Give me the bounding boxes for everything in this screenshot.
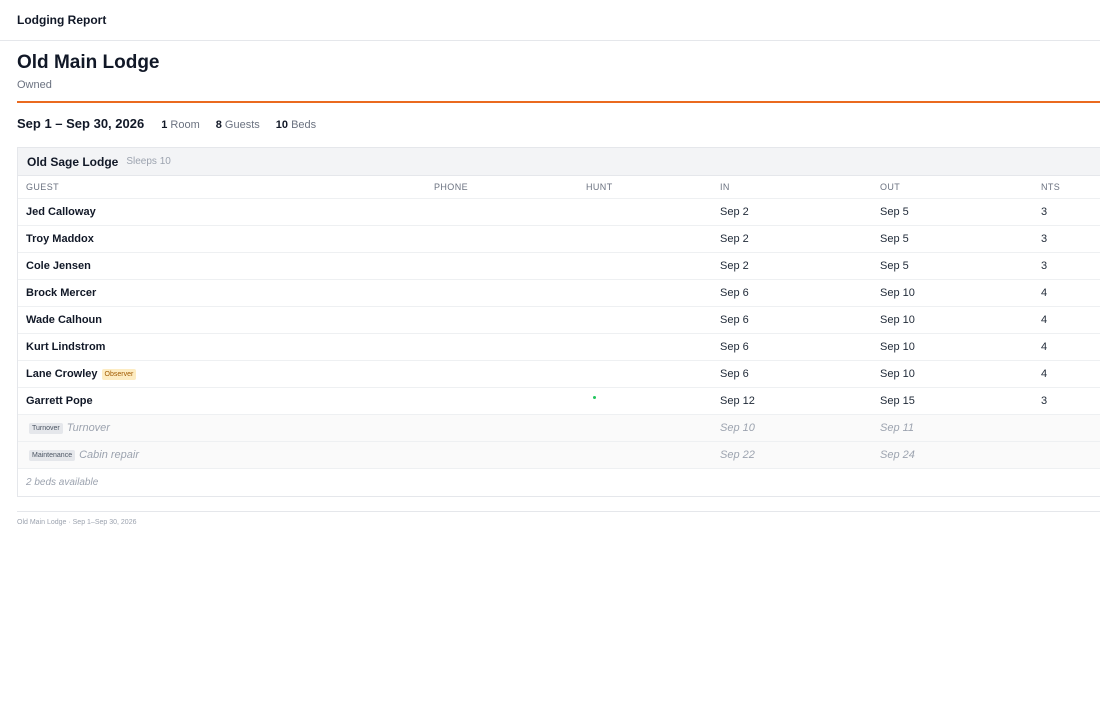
column-header-out: OUT — [880, 182, 901, 192]
nights-count: 4 — [1041, 287, 1048, 299]
nights-count: 3 — [1041, 395, 1048, 407]
block-row-turnover[interactable]: Turnover Turnover Sep 10 Sep 11 — [18, 415, 1100, 442]
guest-name: Kurt Lindstrom — [26, 341, 106, 353]
column-header-phone: PHONE — [434, 182, 469, 192]
check-in-date: Sep 6 — [720, 368, 749, 380]
room-capacity: Sleeps 10 — [126, 156, 171, 167]
page-title: Old Main Lodge — [17, 52, 160, 73]
guest-name: Troy Maddox — [26, 233, 94, 245]
block-label: Turnover — [66, 422, 110, 434]
table-row[interactable]: Jed Calloway Sep 2 Sep 5 3 — [18, 199, 1100, 226]
nights-count: 4 — [1041, 314, 1048, 326]
check-out-date: Sep 10 — [880, 314, 915, 326]
table-row[interactable]: Kurt Lindstrom Sep 6 Sep 10 4 — [18, 334, 1100, 361]
table-row[interactable]: Troy Maddox Sep 2 Sep 5 3 — [18, 226, 1100, 253]
check-out-date: Sep 5 — [880, 206, 909, 218]
block-start-date: Sep 10 — [720, 422, 755, 434]
footer-text: Old Main Lodge · Sep 1–Sep 30, 2026 — [17, 519, 137, 526]
turnover-tag: Turnover — [29, 423, 63, 434]
check-in-date: Sep 6 — [720, 314, 749, 326]
column-header-row: GUEST PHONE HUNT IN OUT NTS — [18, 176, 1100, 199]
check-in-date: Sep 6 — [720, 287, 749, 299]
beds-count: 10 — [275, 119, 289, 131]
check-out-date: Sep 15 — [880, 395, 915, 407]
report-summary: Sep 1 – Sep 30, 2026 1 Room 8 Guests 10 … — [0, 103, 1100, 147]
table-row[interactable]: Cole Jensen Sep 2 Sep 5 3 — [18, 253, 1100, 280]
guest-name: Cole Jensen — [26, 260, 91, 272]
nights-count: 4 — [1041, 341, 1048, 353]
lodge-header: Old Main Lodge Owned — [0, 41, 1100, 101]
check-out-date: Sep 5 — [880, 260, 909, 272]
check-in-date: Sep 2 — [720, 233, 749, 245]
column-header-hunt: HUNT — [586, 182, 613, 192]
guests-label: Guests — [224, 119, 260, 131]
block-label: Cabin repair — [79, 449, 140, 461]
observer-badge: Observer — [101, 369, 137, 380]
block-cell: Maintenance Cabin repair — [29, 442, 139, 469]
guest-name: Lane Crowley — [26, 368, 98, 380]
column-header-nights: NTS — [1041, 182, 1061, 192]
beds-label: Beds — [291, 119, 317, 131]
check-out-date: Sep 5 — [880, 233, 909, 245]
guests-stat: 8 Guests — [216, 119, 260, 131]
status-dot-icon — [593, 396, 596, 399]
room-header: Old Sage Lodge Sleeps 10 — [18, 148, 1100, 176]
guest-cell: Lane Crowley Observer — [26, 361, 137, 388]
beds-available: 2 beds available — [26, 477, 99, 488]
block-end-date: Sep 24 — [880, 449, 915, 461]
app-title: Lodging Report — [17, 13, 107, 27]
guest-name: Garrett Pope — [26, 395, 93, 407]
check-in-date: Sep 6 — [720, 341, 749, 353]
nights-count: 3 — [1041, 260, 1048, 272]
check-out-date: Sep 10 — [880, 368, 915, 380]
table-row[interactable]: Wade Calhoun Sep 6 Sep 10 4 — [18, 307, 1100, 334]
block-start-date: Sep 22 — [720, 449, 755, 461]
room-card: Old Sage Lodge Sleeps 10 GUEST PHONE HUN… — [17, 147, 1100, 497]
nights-count: 3 — [1041, 206, 1048, 218]
room-name: Old Sage Lodge — [27, 154, 119, 169]
table-row[interactable]: Brock Mercer Sep 6 Sep 10 4 — [18, 280, 1100, 307]
check-in-date: Sep 2 — [720, 260, 749, 272]
check-out-date: Sep 10 — [880, 287, 915, 299]
check-out-date: Sep 10 — [880, 341, 915, 353]
table-row[interactable]: Garrett Pope Sep 12 Sep 15 3 — [18, 388, 1100, 415]
rooms-count: 1 — [161, 119, 168, 131]
check-in-date: Sep 12 — [720, 395, 755, 407]
block-row-maintenance[interactable]: Maintenance Cabin repair Sep 22 Sep 24 — [18, 442, 1100, 469]
column-header-in: IN — [720, 182, 730, 192]
column-header-guest: GUEST — [26, 182, 60, 192]
rooms-label: Room — [170, 119, 200, 131]
date-range: Sep 1 – Sep 30, 2026 — [17, 116, 145, 131]
rooms-stat: 1 Room — [161, 119, 200, 131]
nights-count: 3 — [1041, 233, 1048, 245]
check-in-date: Sep 2 — [720, 206, 749, 218]
guest-name: Brock Mercer — [26, 287, 97, 299]
block-cell: Turnover Turnover — [29, 415, 110, 442]
lodge-ownership: Owned — [17, 79, 52, 91]
guest-name: Jed Calloway — [26, 206, 96, 218]
maintenance-tag: Maintenance — [29, 450, 76, 461]
availability-row: 2 beds available — [18, 469, 1100, 496]
nights-count: 4 — [1041, 368, 1048, 380]
block-end-date: Sep 11 — [880, 422, 915, 434]
top-bar: Lodging Report — [0, 0, 1100, 41]
beds-stat: 10 Beds — [276, 119, 316, 131]
guest-name: Wade Calhoun — [26, 314, 102, 326]
table-row[interactable]: Lane Crowley Observer Sep 6 Sep 10 4 — [18, 361, 1100, 388]
guests-count: 8 — [215, 119, 222, 131]
